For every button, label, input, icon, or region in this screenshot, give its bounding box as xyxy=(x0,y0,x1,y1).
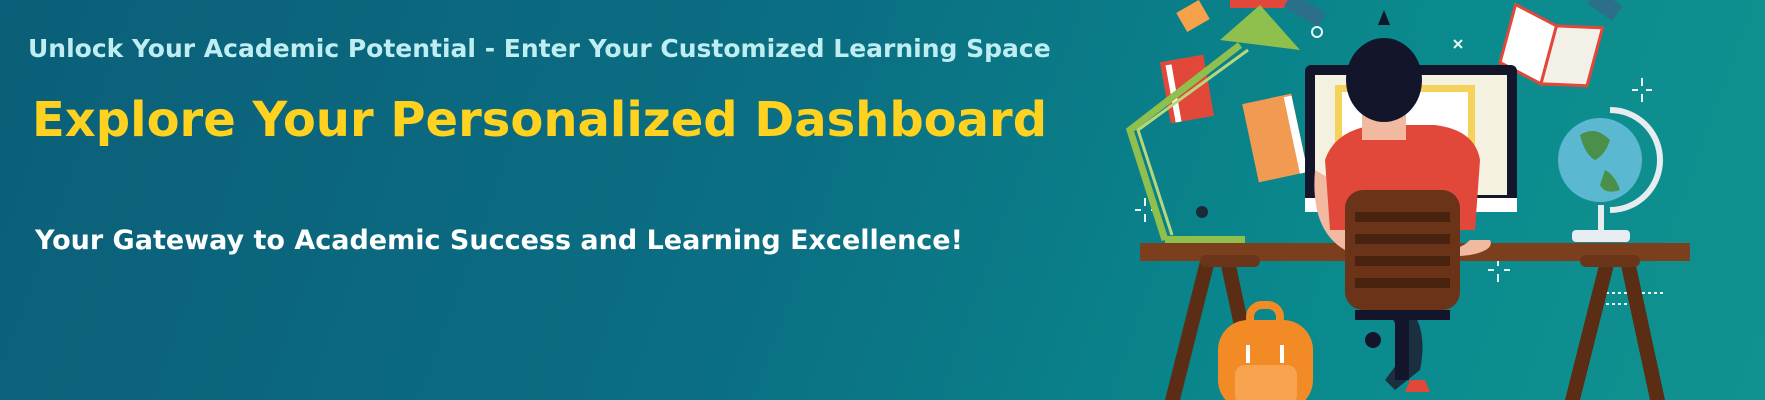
globe-icon xyxy=(1558,107,1663,242)
backpack-icon xyxy=(1218,301,1313,400)
banner-headline: Explore Your Personalized Dashboard xyxy=(32,92,1048,148)
student-at-desk-illustration xyxy=(1125,0,1690,400)
desk-chair-icon xyxy=(1345,190,1460,380)
banner-tagline: Your Gateway to Academic Success and Lea… xyxy=(35,225,963,256)
dashboard-hero-banner: Unlock Your Academic Potential - Enter Y… xyxy=(0,0,1765,400)
banner-subtitle: Unlock Your Academic Potential - Enter Y… xyxy=(28,34,1051,63)
